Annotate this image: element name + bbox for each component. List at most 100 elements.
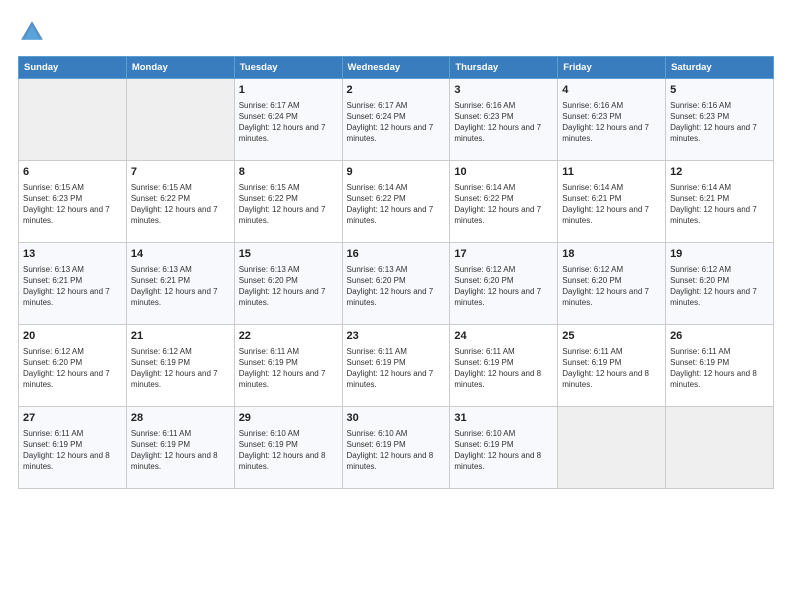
day-number: 6 (23, 165, 122, 180)
day-number: 24 (454, 329, 553, 344)
day-cell (126, 79, 234, 161)
day-number: 27 (23, 411, 122, 426)
week-row-1: 1 Sunrise: 6:17 AM Sunset: 6:24 PM Daylig… (19, 79, 774, 161)
day-info: Sunrise: 6:14 AM Sunset: 6:22 PM Dayligh… (347, 182, 446, 227)
day-info: Sunrise: 6:12 AM Sunset: 6:20 PM Dayligh… (670, 264, 769, 309)
header-cell-thursday: Thursday (450, 57, 558, 79)
day-number: 29 (239, 411, 338, 426)
day-cell: 31 Sunrise: 6:10 AM Sunset: 6:19 PM Dayli… (450, 407, 558, 489)
week-row-4: 20 Sunrise: 6:12 AM Sunset: 6:20 PM Dayli… (19, 325, 774, 407)
header-cell-friday: Friday (558, 57, 666, 79)
day-info: Sunrise: 6:17 AM Sunset: 6:24 PM Dayligh… (239, 100, 338, 145)
day-info: Sunrise: 6:11 AM Sunset: 6:19 PM Dayligh… (670, 346, 769, 391)
day-info: Sunrise: 6:16 AM Sunset: 6:23 PM Dayligh… (454, 100, 553, 145)
header-cell-tuesday: Tuesday (234, 57, 342, 79)
day-cell: 16Sunrise: 6:13 AM Sunset: 6:20 PM Dayli… (342, 243, 450, 325)
day-info: Sunrise: 6:17 AM Sunset: 6:24 PM Dayligh… (347, 100, 446, 145)
day-number: 15 (239, 247, 338, 262)
day-number: 1 (239, 83, 338, 98)
day-info: Sunrise: 6:14 AM Sunset: 6:21 PM Dayligh… (670, 182, 769, 227)
header-cell-sunday: Sunday (19, 57, 127, 79)
day-cell: 23 Sunrise: 6:11 AM Sunset: 6:19 PM Dayli… (342, 325, 450, 407)
day-number: 5 (670, 83, 769, 98)
day-number: 7 (131, 165, 230, 180)
day-cell: 9 Sunrise: 6:14 AM Sunset: 6:22 PM Daylig… (342, 161, 450, 243)
day-number: 8 (239, 165, 338, 180)
day-number: 23 (347, 329, 446, 344)
day-number: 10 (454, 165, 553, 180)
day-number: 25 (562, 329, 661, 344)
logo (18, 18, 50, 46)
day-cell: 27 Sunrise: 6:11 AM Sunset: 6:19 PM Dayli… (19, 407, 127, 489)
day-cell: 5 Sunrise: 6:16 AM Sunset: 6:23 PM Daylig… (666, 79, 774, 161)
day-number: 12 (670, 165, 769, 180)
header-cell-monday: Monday (126, 57, 234, 79)
day-info: Sunrise: 6:11 AM Sunset: 6:19 PM Dayligh… (562, 346, 661, 391)
day-number: 9 (347, 165, 446, 180)
day-cell: 7 Sunrise: 6:15 AM Sunset: 6:22 PM Daylig… (126, 161, 234, 243)
day-cell: 18Sunrise: 6:12 AM Sunset: 6:20 PM Dayli… (558, 243, 666, 325)
week-row-3: 13 Sunrise: 6:13 AM Sunset: 6:21 PM Dayli… (19, 243, 774, 325)
day-info: Sunrise: 6:14 AM Sunset: 6:22 PM Dayligh… (454, 182, 553, 227)
day-cell: 15 Sunrise: 6:13 AM Sunset: 6:20 PM Dayli… (234, 243, 342, 325)
day-cell: 25 Sunrise: 6:11 AM Sunset: 6:19 PM Dayli… (558, 325, 666, 407)
day-info: Sunrise: 6:15 AM Sunset: 6:23 PM Dayligh… (23, 182, 122, 227)
day-cell: 2 Sunrise: 6:17 AM Sunset: 6:24 PM Daylig… (342, 79, 450, 161)
day-cell (19, 79, 127, 161)
day-cell: 17Sunrise: 6:12 AM Sunset: 6:20 PM Dayli… (450, 243, 558, 325)
day-info: Sunrise: 6:13 AM Sunset: 6:20 PM Dayligh… (347, 264, 446, 309)
day-info: Sunrise: 6:11 AM Sunset: 6:19 PM Dayligh… (347, 346, 446, 391)
day-cell: 21Sunrise: 6:12 AM Sunset: 6:19 PM Dayli… (126, 325, 234, 407)
day-info: Sunrise: 6:15 AM Sunset: 6:22 PM Dayligh… (239, 182, 338, 227)
day-cell: 13 Sunrise: 6:13 AM Sunset: 6:21 PM Dayli… (19, 243, 127, 325)
day-info: Sunrise: 6:11 AM Sunset: 6:19 PM Dayligh… (23, 428, 122, 473)
day-number: 31 (454, 411, 553, 426)
day-info: Sunrise: 6:16 AM Sunset: 6:23 PM Dayligh… (670, 100, 769, 145)
day-info: Sunrise: 6:11 AM Sunset: 6:19 PM Dayligh… (239, 346, 338, 391)
day-cell (666, 407, 774, 489)
day-number: 20 (23, 329, 122, 344)
day-info: Sunrise: 6:13 AM Sunset: 6:20 PM Dayligh… (239, 264, 338, 309)
day-cell: 28 Sunrise: 6:11 AM Sunset: 6:19 PM Dayli… (126, 407, 234, 489)
day-number: 3 (454, 83, 553, 98)
day-number: 11 (562, 165, 661, 180)
day-cell: 22 Sunrise: 6:11 AM Sunset: 6:19 PM Dayli… (234, 325, 342, 407)
day-info: Sunrise: 6:16 AM Sunset: 6:23 PM Dayligh… (562, 100, 661, 145)
day-number: 13 (23, 247, 122, 262)
logo-icon (18, 18, 46, 46)
day-cell (558, 407, 666, 489)
day-cell: 3 Sunrise: 6:16 AM Sunset: 6:23 PM Daylig… (450, 79, 558, 161)
day-info: Sunrise: 6:12 AM Sunset: 6:20 PM Dayligh… (454, 264, 553, 309)
page: SundayMondayTuesdayWednesdayThursdayFrid… (0, 0, 792, 612)
day-info: Sunrise: 6:10 AM Sunset: 6:19 PM Dayligh… (454, 428, 553, 473)
day-cell: 30Sunrise: 6:10 AM Sunset: 6:19 PM Dayli… (342, 407, 450, 489)
header-cell-wednesday: Wednesday (342, 57, 450, 79)
day-info: Sunrise: 6:14 AM Sunset: 6:21 PM Dayligh… (562, 182, 661, 227)
day-cell: 12 Sunrise: 6:14 AM Sunset: 6:21 PM Dayli… (666, 161, 774, 243)
day-number: 4 (562, 83, 661, 98)
day-cell: 11 Sunrise: 6:14 AM Sunset: 6:21 PM Dayli… (558, 161, 666, 243)
day-cell: 19 Sunrise: 6:12 AM Sunset: 6:20 PM Dayli… (666, 243, 774, 325)
day-cell: 29 Sunrise: 6:10 AM Sunset: 6:19 PM Dayli… (234, 407, 342, 489)
header-cell-saturday: Saturday (666, 57, 774, 79)
day-number: 14 (131, 247, 230, 262)
day-info: Sunrise: 6:10 AM Sunset: 6:19 PM Dayligh… (239, 428, 338, 473)
day-cell: 14 Sunrise: 6:13 AM Sunset: 6:21 PM Dayli… (126, 243, 234, 325)
day-cell: 4 Sunrise: 6:16 AM Sunset: 6:23 PM Daylig… (558, 79, 666, 161)
day-number: 22 (239, 329, 338, 344)
day-info: Sunrise: 6:11 AM Sunset: 6:19 PM Dayligh… (454, 346, 553, 391)
day-info: Sunrise: 6:12 AM Sunset: 6:19 PM Dayligh… (131, 346, 230, 391)
day-number: 2 (347, 83, 446, 98)
week-row-2: 6 Sunrise: 6:15 AM Sunset: 6:23 PM Daylig… (19, 161, 774, 243)
day-info: Sunrise: 6:15 AM Sunset: 6:22 PM Dayligh… (131, 182, 230, 227)
day-info: Sunrise: 6:11 AM Sunset: 6:19 PM Dayligh… (131, 428, 230, 473)
day-info: Sunrise: 6:12 AM Sunset: 6:20 PM Dayligh… (23, 346, 122, 391)
day-number: 19 (670, 247, 769, 262)
day-info: Sunrise: 6:13 AM Sunset: 6:21 PM Dayligh… (23, 264, 122, 309)
day-cell: 10 Sunrise: 6:14 AM Sunset: 6:22 PM Dayli… (450, 161, 558, 243)
day-info: Sunrise: 6:13 AM Sunset: 6:21 PM Dayligh… (131, 264, 230, 309)
day-number: 18 (562, 247, 661, 262)
calendar-table: SundayMondayTuesdayWednesdayThursdayFrid… (18, 56, 774, 489)
day-number: 28 (131, 411, 230, 426)
day-info: Sunrise: 6:10 AM Sunset: 6:19 PM Dayligh… (347, 428, 446, 473)
